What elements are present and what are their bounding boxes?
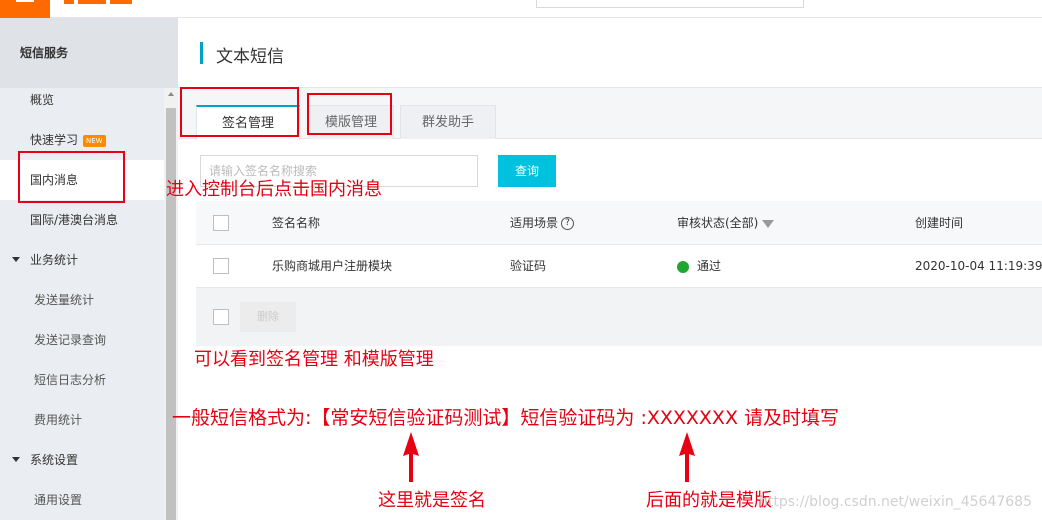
sidebar-item-label: 概览 [30,93,55,107]
top-bar [0,0,1042,18]
scrollbar-thumb[interactable] [166,108,176,520]
column-header-created: 创建时间 [915,216,964,230]
tab-bulk-send-assistant[interactable]: 群发助手 [400,105,496,139]
sidebar-item-general-settings[interactable]: 通用设置 [0,480,164,520]
footer-select-checkbox[interactable] [213,309,229,325]
status-label: 通过 [697,259,722,273]
arrow-up-icon [679,432,695,482]
new-badge: NEW [83,134,106,147]
caret-down-icon [12,457,20,462]
sidebar-item-label: 发送记录查询 [34,333,107,347]
signature-created-time: 2020-10-04 11:19:39 [915,259,1042,273]
page-title: 文本短信 [216,47,284,67]
menu-button[interactable] [0,0,50,18]
scroll-up-icon[interactable] [168,92,174,96]
sidebar-group-label: 系统设置 [30,453,79,467]
logo [64,0,144,6]
delete-button[interactable]: 删除 [240,302,296,332]
signature-status: 通过 [677,244,721,288]
sidebar-item-label: 费用统计 [34,413,83,427]
sidebar-item-label: 发送量统计 [34,293,95,307]
table-header: 签名名称 适用场景? 审核状态(全部) 创建时间 [196,201,1042,245]
sidebar-item-sms-log-analysis[interactable]: 短信日志分析 [0,360,164,400]
sidebar-item-label: 短信日志分析 [34,373,107,387]
highlight-signature-tab [180,87,299,137]
sidebar-item-cost-stats[interactable]: 费用统计 [0,400,164,440]
sidebar-item-overview[interactable]: 概览 [0,80,164,120]
title-accent-bar [200,42,203,64]
sidebar-group-label: 业务统计 [30,253,79,267]
signature-scene: 验证码 [510,259,547,273]
sidebar-item-international-messages[interactable]: 国际/港澳台消息 [0,200,164,240]
sidebar-group-business-stats[interactable]: 业务统计 [0,240,164,280]
search-button[interactable]: 查询 [498,155,556,187]
arrow-up-icon [403,432,419,482]
column-header-name: 签名名称 [272,216,321,230]
sidebar-group-system-settings[interactable]: 系统设置 [0,440,164,480]
column-header-scene: 适用场景? [510,201,575,245]
sidebar-item-label: 快速学习 [30,133,79,147]
sidebar-title: 短信服务 [20,46,69,60]
sidebar-item-label: 通用设置 [34,493,83,507]
watermark: https://blog.csdn.net/weixin_45647685 [758,494,1032,510]
status-ok-icon [677,260,689,273]
annotation-enter-console: 进入控制台后点击国内消息 [166,179,382,200]
sidebar: 短信服务 概览 快速学习 NEW 国内消息 国际/港澳台消息 业务统计 发送量统计… [0,18,178,520]
column-header-status: 审核状态(全部) [677,201,775,245]
global-search-input[interactable] [536,0,804,8]
annotation-signature: 这里就是签名 [378,490,486,511]
filter-icon[interactable] [762,219,775,228]
column-header-scene-label: 适用场景 [510,216,559,230]
row-checkbox[interactable] [213,258,229,274]
highlight-template-tab [307,93,392,135]
column-header-status-label: 审核状态(全部) [677,216,759,230]
sidebar-item-send-volume[interactable]: 发送量统计 [0,280,164,320]
annotation-sms-format: 一般短信格式为:【常安短信验证码测试】短信验证码为 :XXXXXXX 请及时填写 [172,407,839,429]
sidebar-scrollbar[interactable] [164,88,178,520]
table-row: 乐购商城用户注册模块 验证码 通过 2020-10-04 11:19:39 [196,245,1042,288]
annotation-see-tabs: 可以看到签名管理 和模版管理 [194,349,434,370]
caret-down-icon [12,257,20,262]
table-footer: 删除 [196,288,1042,346]
highlight-domestic-messages [18,151,125,203]
select-all-checkbox[interactable] [213,215,229,231]
annotation-template: 后面的就是模版 [646,490,772,511]
sidebar-item-send-records[interactable]: 发送记录查询 [0,320,164,360]
signature-name: 乐购商城用户注册模块 [272,259,393,273]
help-icon[interactable]: ? [561,217,575,230]
sidebar-item-label: 国际/港澳台消息 [30,213,119,227]
menu-icon [16,0,34,2]
content-header: 文本短信 [178,18,1042,88]
